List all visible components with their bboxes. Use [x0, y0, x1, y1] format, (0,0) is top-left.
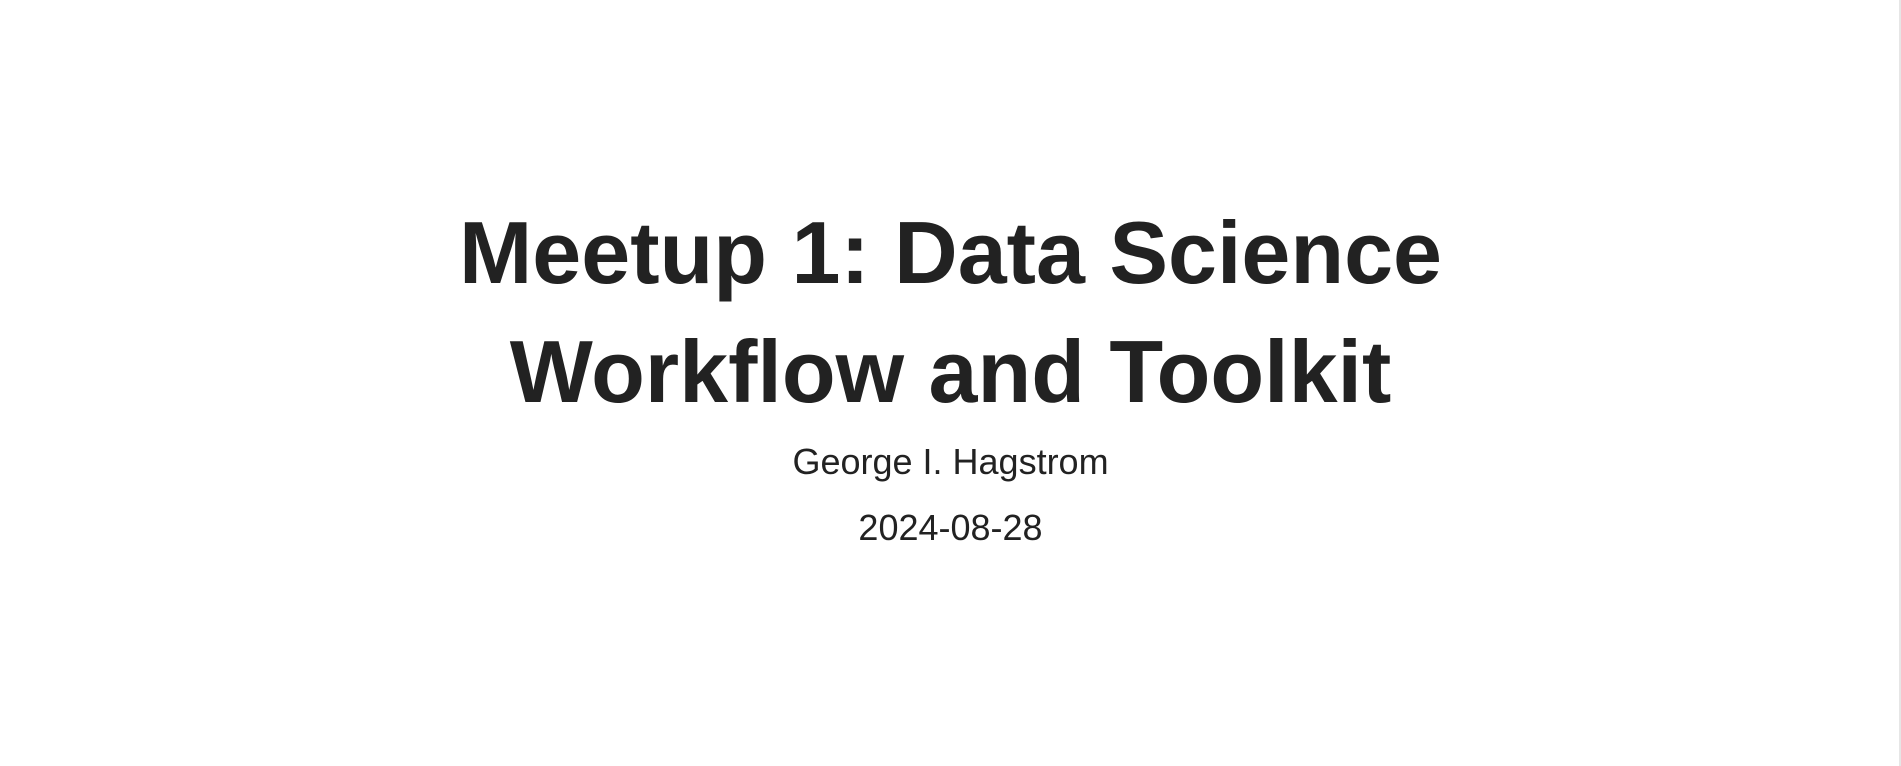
slide-title-line-1: Meetup 1: Data Science [459, 203, 1442, 302]
presentation-date: 2024-08-28 [858, 507, 1043, 548]
slide-title: Meetup 1: Data Science Workflow and Tool… [0, 193, 1901, 431]
author-name: George I. Hagstrom [792, 441, 1109, 482]
title-block: Meetup 1: Data Science Workflow and Tool… [0, 193, 1901, 551]
slide-title-line-2: Workflow and Toolkit [509, 322, 1392, 421]
title-slide: Meetup 1: Data Science Workflow and Tool… [0, 0, 1901, 766]
